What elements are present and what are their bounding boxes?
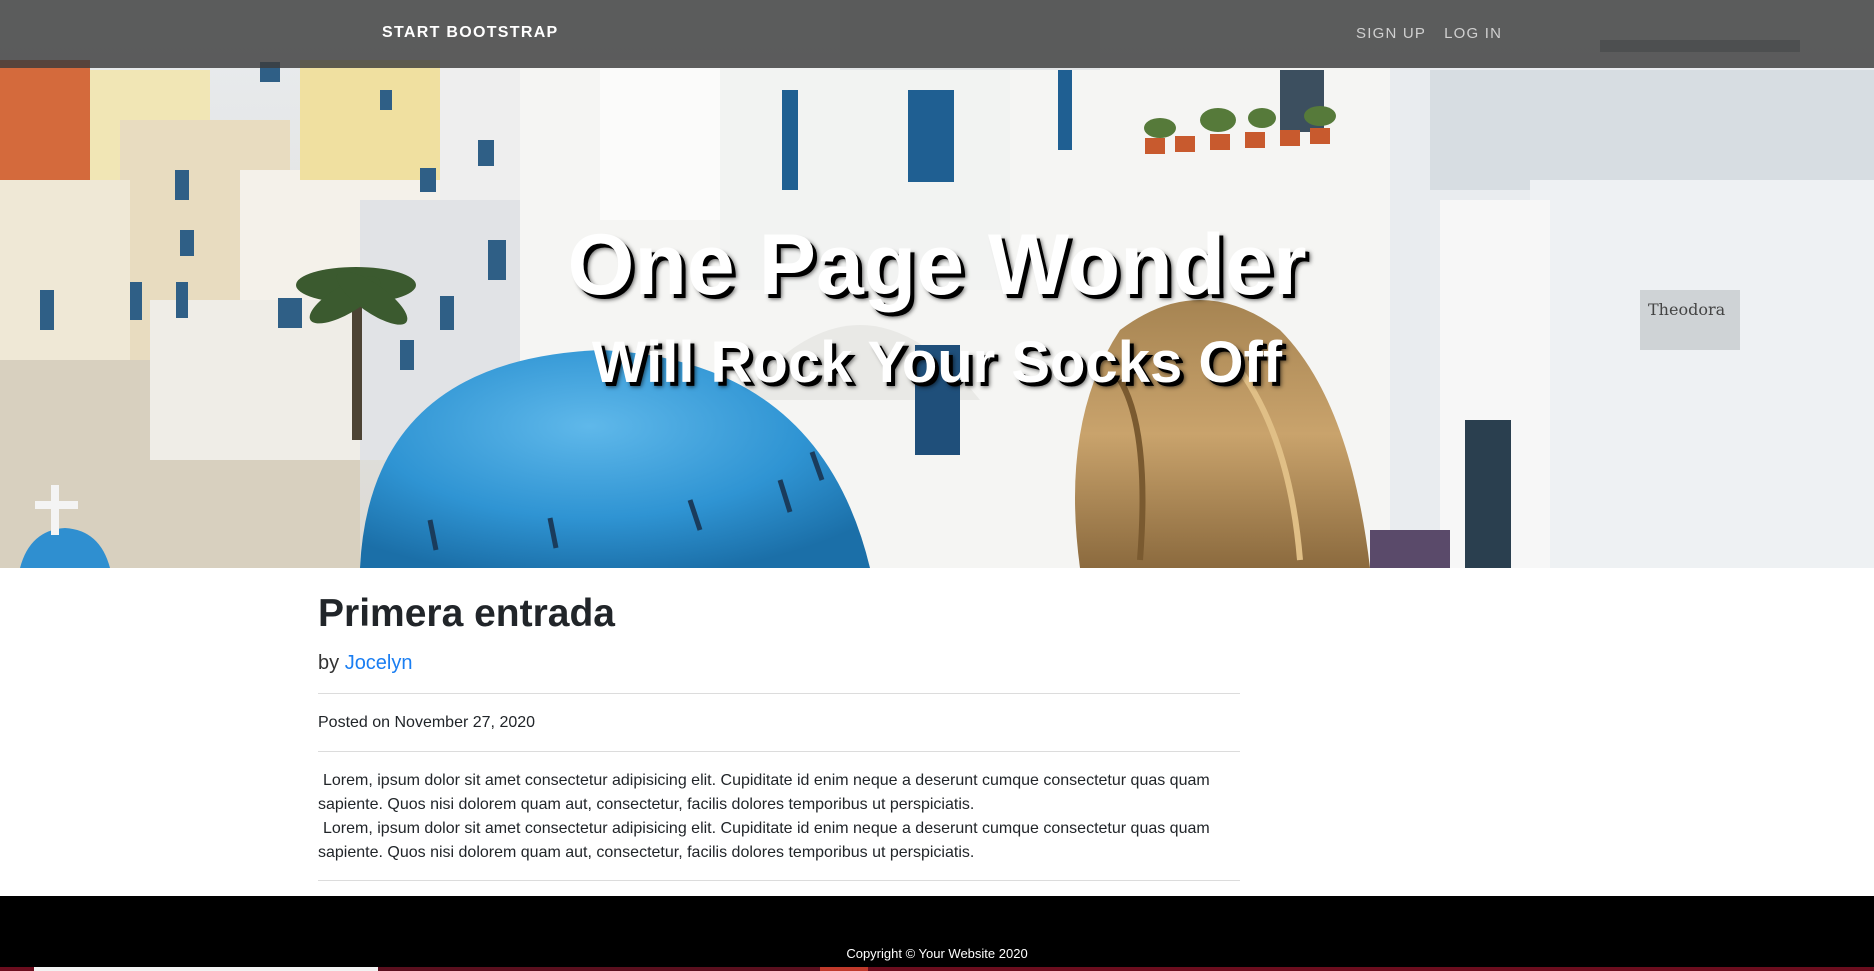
log-in-link[interactable]: LOG IN	[1444, 25, 1502, 42]
divider	[318, 880, 1240, 881]
post-date: Posted on November 27, 2020	[318, 714, 536, 731]
post-title: Primera entrada	[318, 592, 615, 635]
nav-links: SIGN UP LOG IN	[1356, 25, 1502, 42]
footer-copyright: Copyright © Your Website 2020	[846, 946, 1028, 961]
divider	[318, 751, 1240, 752]
author-link[interactable]: Jocelyn	[345, 652, 413, 674]
post-paragraph: Lorem, ipsum dolor sit amet consectetur …	[318, 820, 1210, 861]
hero-subheading: Will Rock Your Socks Off	[591, 330, 1283, 395]
post-paragraph: Lorem, ipsum dolor sit amet consectetur …	[318, 772, 1210, 813]
divider	[318, 693, 1240, 694]
post-byline: by Jocelyn	[318, 652, 413, 675]
hero-section: Theodora One Page Wonder Will Rock Your …	[0, 0, 1874, 568]
brand-link[interactable]: START BOOTSTRAP	[382, 24, 559, 42]
post-body: Lorem, ipsum dolor sit amet consectetur …	[318, 769, 1240, 865]
hero-heading: One Page Wonder	[567, 217, 1307, 313]
byline-prefix: by	[318, 652, 340, 674]
top-navbar: START BOOTSTRAP SIGN UP LOG IN	[0, 0, 1874, 68]
sign-up-link[interactable]: SIGN UP	[1356, 25, 1426, 42]
footer: Copyright © Your Website 2020	[0, 896, 1874, 971]
footer-bottom-strip	[0, 967, 1874, 971]
